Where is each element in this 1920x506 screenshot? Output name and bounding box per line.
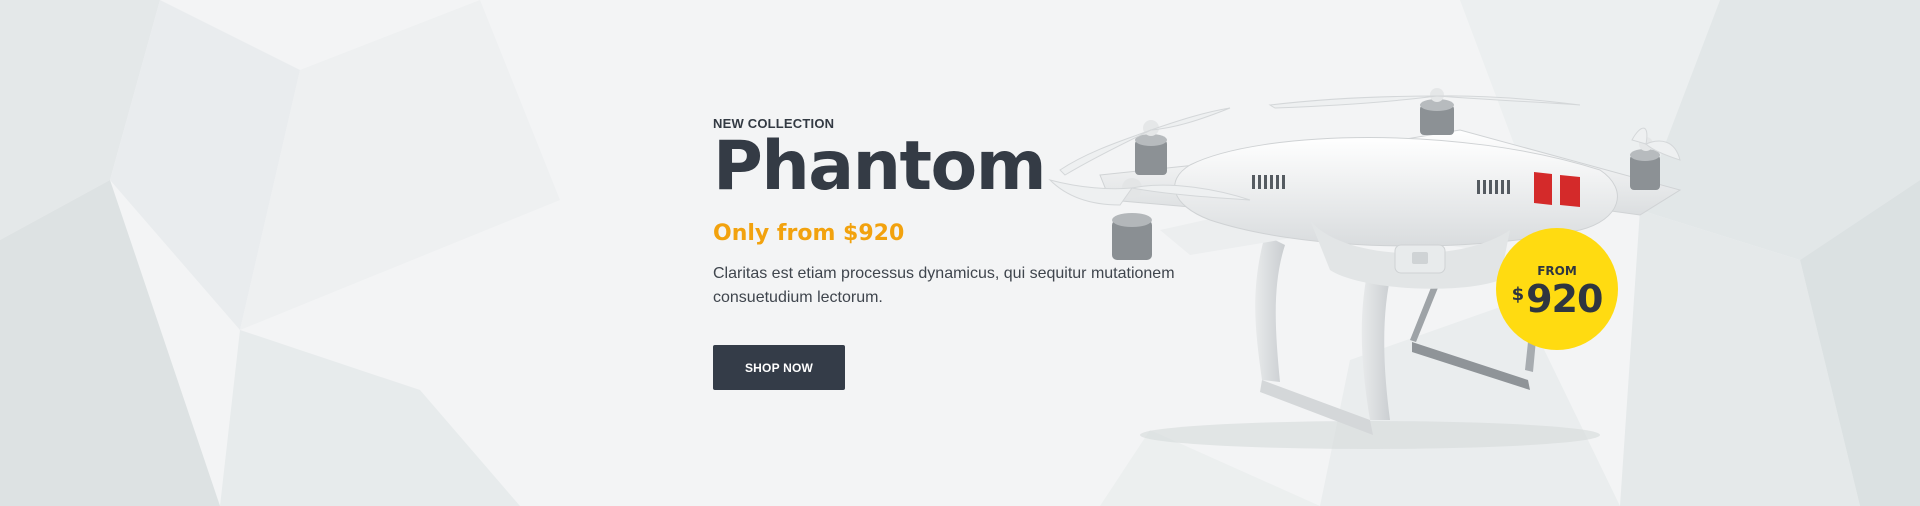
badge-value: 920 — [1526, 277, 1603, 321]
shop-now-button[interactable]: SHOP NOW — [713, 345, 845, 390]
badge-label: FROM — [1537, 264, 1577, 278]
price-badge: FROM $ 920 — [1496, 228, 1618, 350]
badge-price: $ 920 — [1511, 277, 1604, 321]
badge-currency: $ — [1511, 284, 1525, 305]
quadcopter-drone-image — [1040, 80, 1720, 460]
